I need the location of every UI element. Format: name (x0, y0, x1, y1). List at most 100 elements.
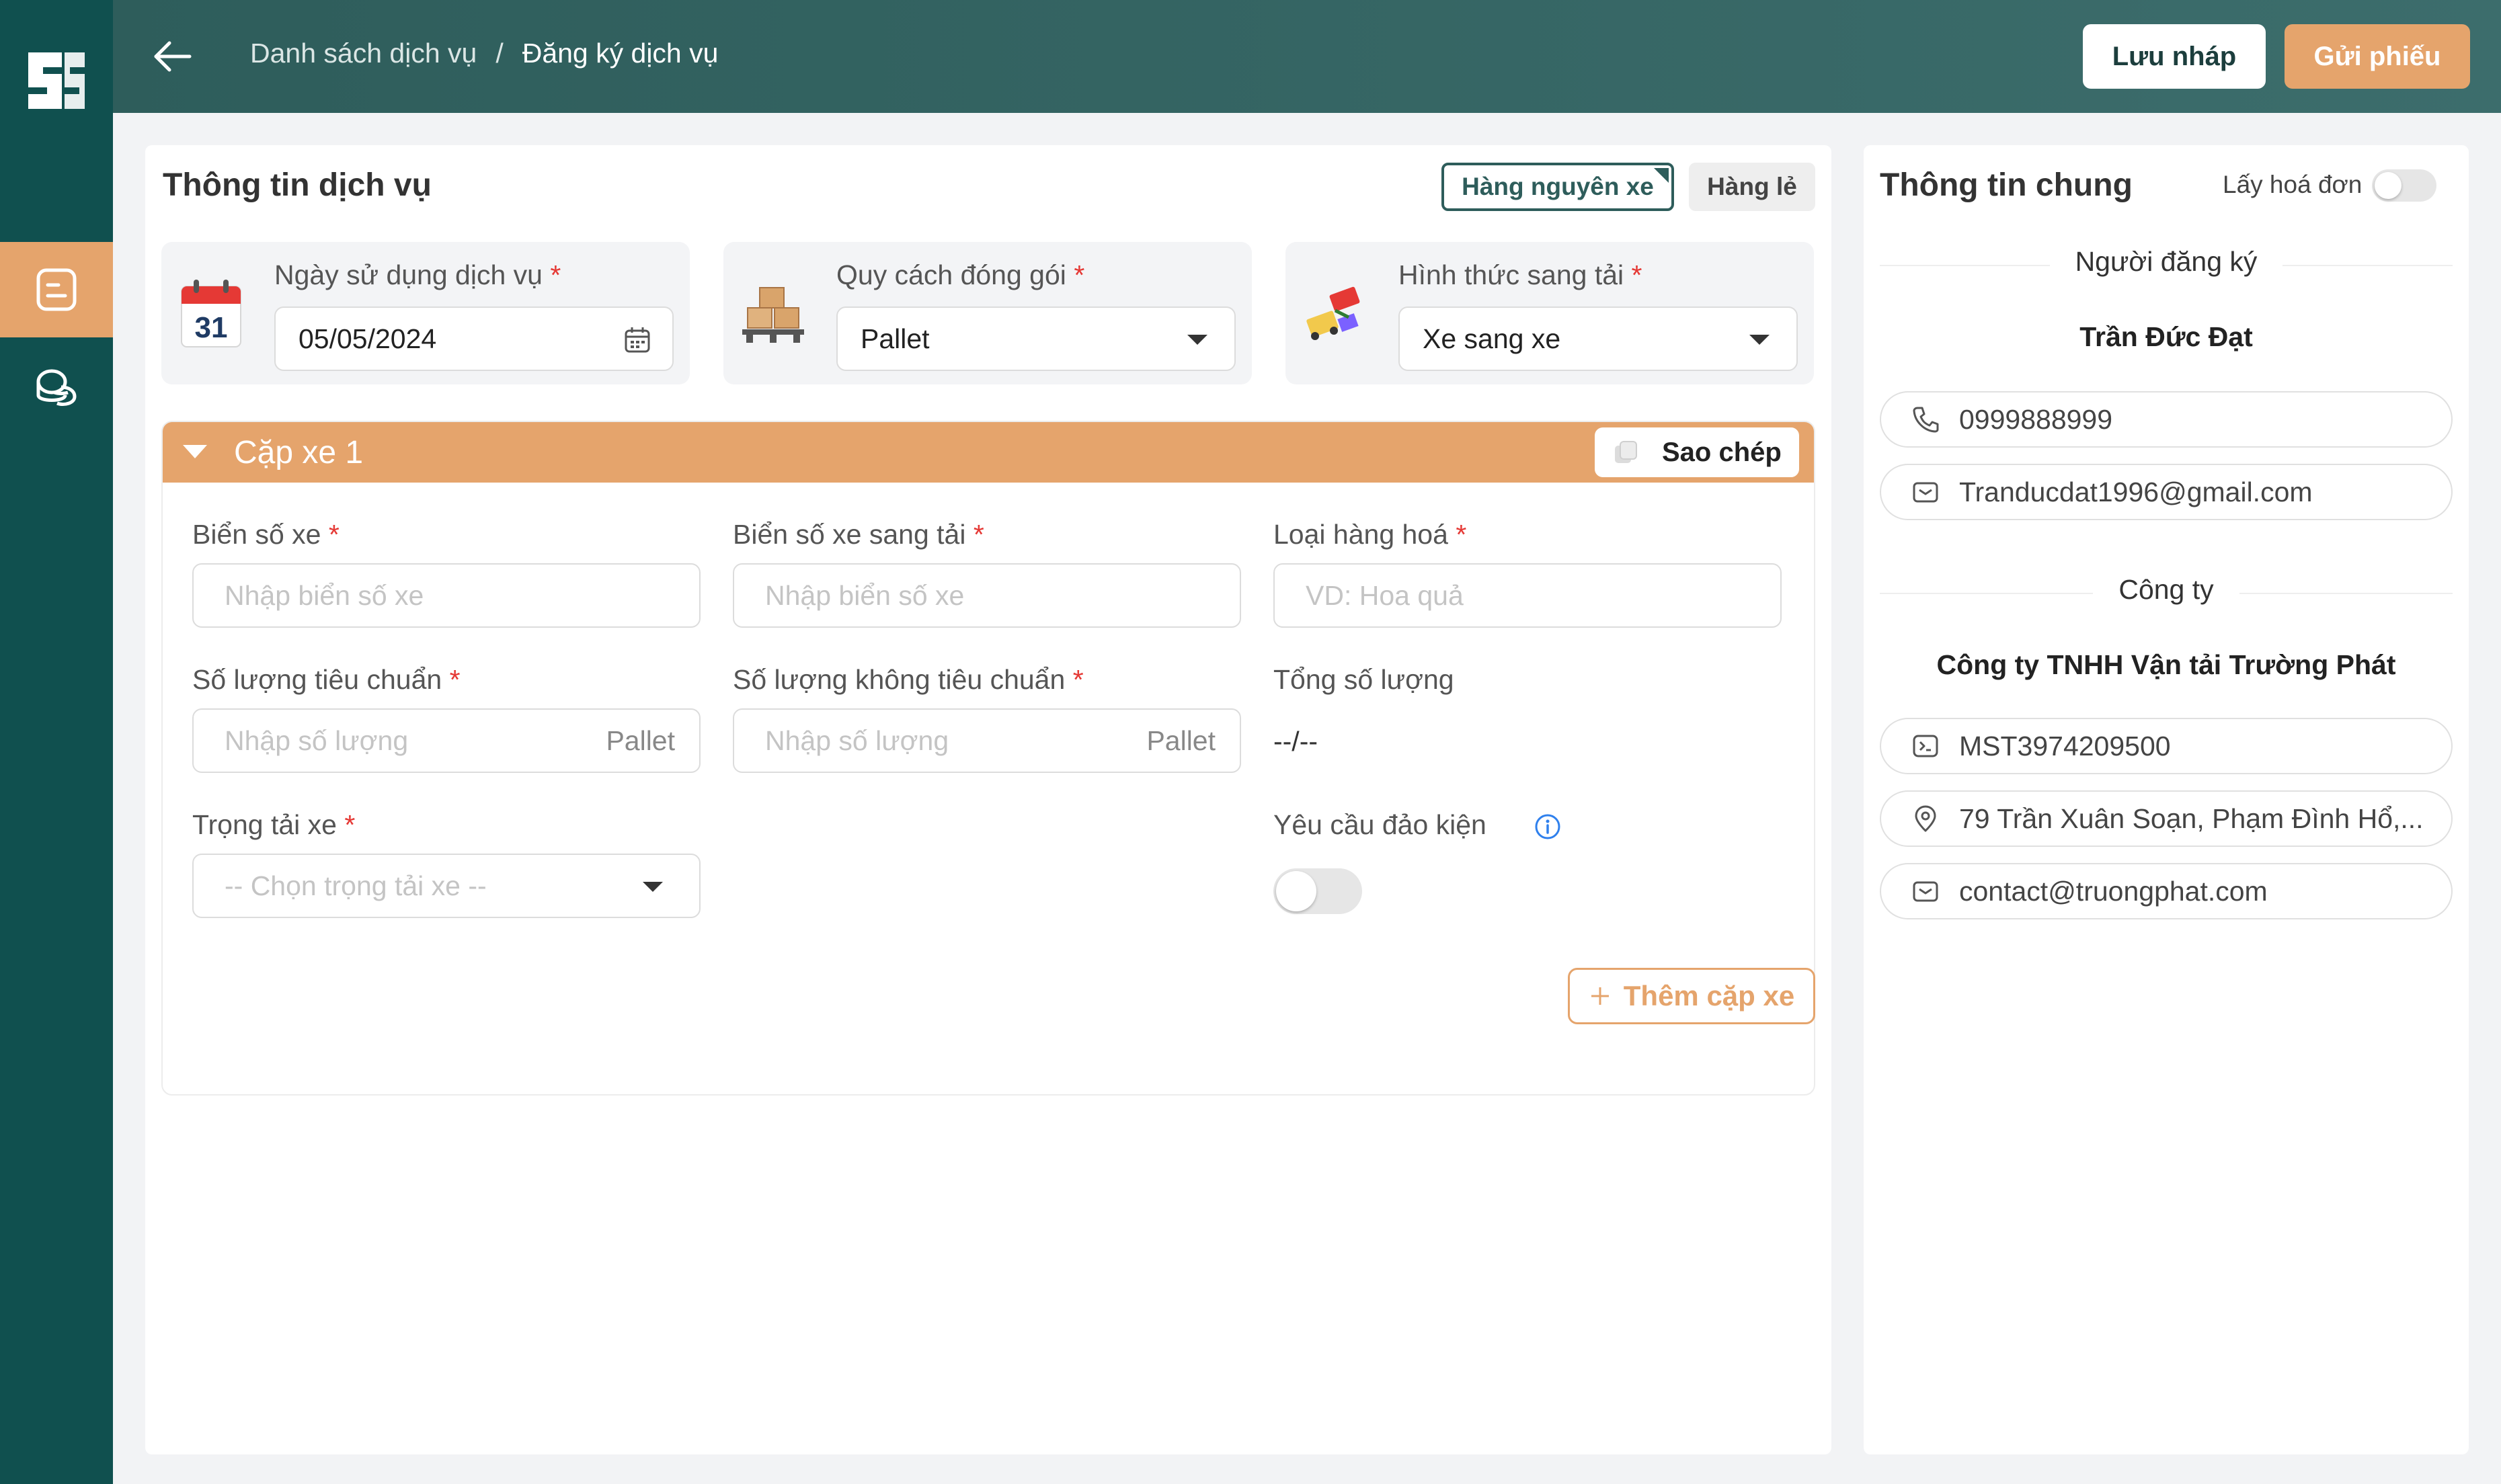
general-info-panel: Thông tin chung Lấy hoá đơn Người đăng k… (1864, 145, 2469, 1454)
packing-value: Pallet (861, 323, 930, 354)
sidebar (0, 0, 113, 1484)
chevron-down-icon (643, 882, 663, 892)
calendar-icon: 31 (181, 280, 241, 347)
vehicle-pair-section: Cặp xe 1 Sao chép Biển số xe * Nhập biển… (161, 421, 1815, 1096)
transfer-plate-label: Biển số xe sang tải * (733, 519, 984, 550)
tab-less-than-truck[interactable]: Hàng lẻ (1689, 163, 1815, 211)
tab-full-truck[interactable]: Hàng nguyên xe (1441, 163, 1674, 211)
add-vehicle-pair-button[interactable]: Thêm cặp xe (1568, 968, 1815, 1024)
document-icon (36, 268, 77, 311)
transfer-select[interactable]: Xe sang xe (1398, 306, 1798, 371)
vehicle-pair-body: Biển số xe * Nhập biển số xe Biển số xe … (163, 483, 1814, 1094)
invoice-label: Lấy hoá đơn (2223, 171, 2363, 198)
nonstandard-quantity-placeholder: Nhập số lượng (765, 725, 949, 756)
coins-icon (36, 369, 77, 407)
add-vehicle-pair-label: Thêm cặp xe (1623, 980, 1795, 1012)
chevron-down-icon (1187, 335, 1207, 345)
vehicle-pair-title: Cặp xe 1 (234, 435, 364, 470)
standard-quantity-placeholder: Nhập số lượng (225, 725, 409, 756)
service-date-input[interactable]: 05/05/2024 (274, 306, 674, 371)
selected-corner-mark (1654, 168, 1669, 183)
rearrange-request-label: Yêu cầu đảo kiện (1273, 809, 1486, 840)
total-quantity-label: Tổng số lượng (1273, 664, 1454, 695)
submit-button[interactable]: Gửi phiếu (2285, 24, 2470, 89)
breadcrumb-separator: / (495, 38, 504, 69)
plate-placeholder: Nhập biển số xe (225, 579, 424, 611)
packing-card: Quy cách đóng gói * Pallet (723, 242, 1252, 384)
transfer-card: Hình thức sang tải * Xe sang xe (1285, 242, 1814, 384)
registrant-email: Tranducdat1996@gmail.com (1880, 464, 2453, 520)
standard-quantity-unit: Pallet (606, 725, 675, 756)
truck-transfer-icon (1306, 286, 1360, 340)
service-info-panel: Thông tin dịch vụ Hàng nguyên xe Hàng lẻ… (145, 145, 1831, 1454)
collapse-triangle-icon[interactable] (183, 445, 207, 458)
registrant-phone: 0999888999 (1880, 391, 2453, 448)
goods-type-placeholder: VD: Hoa quả (1306, 579, 1464, 611)
vehicle-pair-header[interactable]: Cặp xe 1 Sao chép (163, 422, 1814, 483)
calendar-day-text: 31 (195, 311, 228, 344)
plate-input[interactable]: Nhập biển số xe (192, 563, 701, 628)
nonstandard-quantity-label: Số lượng không tiêu chuẩn * (733, 664, 1084, 695)
copy-button[interactable]: Sao chép (1595, 427, 1799, 477)
mail-icon (1913, 482, 1938, 503)
nonstandard-quantity-unit: Pallet (1146, 725, 1216, 756)
service-date-card: 31 Ngày sử dụng dịch vụ * 05/05/2024 (161, 242, 690, 384)
toggle-knob (2375, 172, 2401, 199)
tab-full-truck-label: Hàng nguyên xe (1462, 173, 1654, 200)
terminal-icon (1913, 735, 1938, 757)
service-info-title: Thông tin dịch vụ (163, 167, 432, 203)
transfer-label: Hình thức sang tải * (1398, 259, 1642, 290)
back-arrow-icon[interactable] (151, 35, 194, 78)
phone-icon (1913, 407, 1939, 433)
transfer-plate-placeholder: Nhập biển số xe (765, 579, 965, 611)
company-tax-code: MST3974209500 (1880, 718, 2453, 774)
chevron-down-icon (1749, 335, 1770, 345)
mail-icon (1913, 881, 1938, 902)
company-email: contact@truongphat.com (1880, 863, 2453, 919)
goods-type-input[interactable]: VD: Hoa quả (1273, 563, 1782, 628)
total-quantity-value: --/-- (1273, 726, 1318, 757)
packing-select[interactable]: Pallet (836, 306, 1236, 371)
service-date-value: 05/05/2024 (299, 323, 437, 354)
company-address-value: 79 Trần Xuân Soạn, Phạm Đình Hổ,... (1959, 802, 2424, 834)
breadcrumb: Danh sách dịch vụ / Đăng ký dịch vụ (250, 38, 718, 69)
company-address: 79 Trần Xuân Soạn, Phạm Đình Hổ,... (1880, 790, 2453, 847)
registrant-name: Trần Đức Đạt (2079, 321, 2253, 352)
standard-quantity-input[interactable]: Nhập số lượng Pallet (192, 708, 701, 773)
toggle-knob (1276, 871, 1316, 911)
registrant-section-label: Người đăng ký (1864, 246, 2469, 278)
transfer-value: Xe sang xe (1423, 323, 1561, 354)
info-icon[interactable] (1534, 813, 1561, 840)
app-logo[interactable] (23, 47, 90, 114)
packing-label: Quy cách đóng gói * (836, 259, 1085, 290)
breadcrumb-parent-link[interactable]: Danh sách dịch vụ (250, 38, 477, 69)
vehicle-load-label: Trọng tải xe * (192, 809, 356, 840)
calendar-picker-icon[interactable] (623, 325, 652, 355)
transfer-plate-input[interactable]: Nhập biển số xe (733, 563, 1241, 628)
breadcrumb-current: Đăng ký dịch vụ (522, 38, 719, 69)
rearrange-toggle[interactable] (1273, 868, 1362, 914)
invoice-toggle[interactable] (2372, 169, 2436, 202)
registrant-phone-value: 0999888999 (1959, 403, 2113, 435)
company-email-value: contact@truongphat.com (1959, 875, 2268, 907)
company-tax-code-value: MST3974209500 (1959, 730, 2171, 761)
vehicle-load-placeholder: -- Chọn trọng tải xe -- (225, 870, 487, 901)
company-section-label: Công ty (1864, 574, 2469, 606)
standard-quantity-label: Số lượng tiêu chuẩn * (192, 664, 461, 695)
location-pin-icon (1915, 805, 1936, 832)
nonstandard-quantity-input[interactable]: Nhập số lượng Pallet (733, 708, 1241, 773)
pallet-icon (742, 287, 804, 343)
goods-type-label: Loại hàng hoá * (1273, 519, 1467, 550)
copy-label: Sao chép (1662, 437, 1782, 467)
tab-less-than-truck-label: Hàng lẻ (1707, 173, 1797, 200)
top-bar: Danh sách dịch vụ / Đăng ký dịch vụ Lưu … (113, 0, 2501, 113)
copy-icon (1615, 441, 1637, 463)
general-info-title: Thông tin chung (1880, 167, 2133, 203)
plate-label: Biển số xe * (192, 519, 340, 550)
company-name: Công ty TNHH Vận tải Trường Phát (1936, 649, 2396, 680)
vehicle-load-select[interactable]: -- Chọn trọng tải xe -- (192, 854, 701, 918)
registrant-email-value: Tranducdat1996@gmail.com (1959, 476, 2313, 507)
nav-item-services[interactable] (0, 242, 113, 337)
nav-item-billing[interactable] (0, 341, 113, 437)
save-draft-button[interactable]: Lưu nháp (2083, 24, 2266, 89)
